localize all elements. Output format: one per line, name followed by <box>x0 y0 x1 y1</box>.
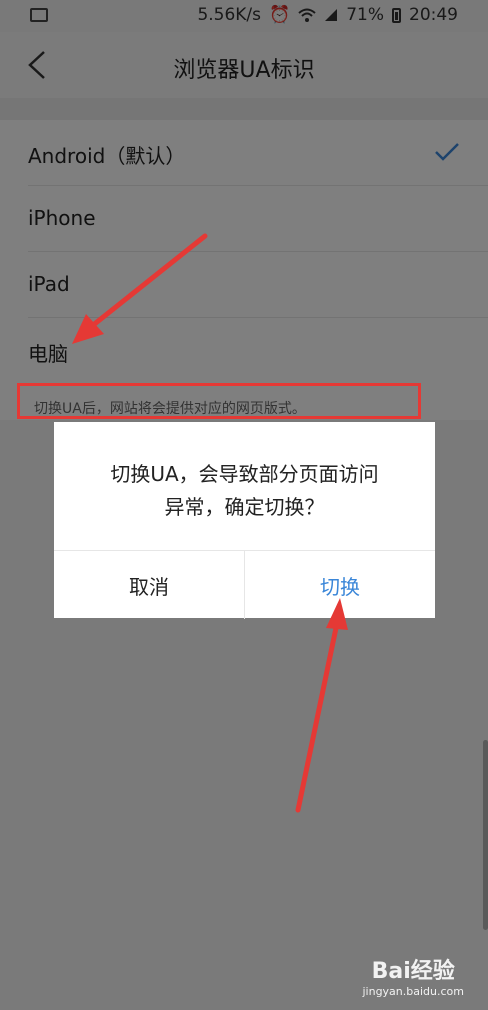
baidu-jingyan-watermark: Bai经验 jingyan.baidu.com <box>362 953 464 998</box>
watermark-brand: Bai经验 <box>371 959 455 984</box>
annotation-arrow-desktop <box>72 233 208 344</box>
annotation-arrow-switch <box>295 598 348 813</box>
scrollbar <box>483 740 488 930</box>
watermark-url: jingyan.baidu.com <box>362 985 464 998</box>
annotation-arrows <box>72 233 348 813</box>
